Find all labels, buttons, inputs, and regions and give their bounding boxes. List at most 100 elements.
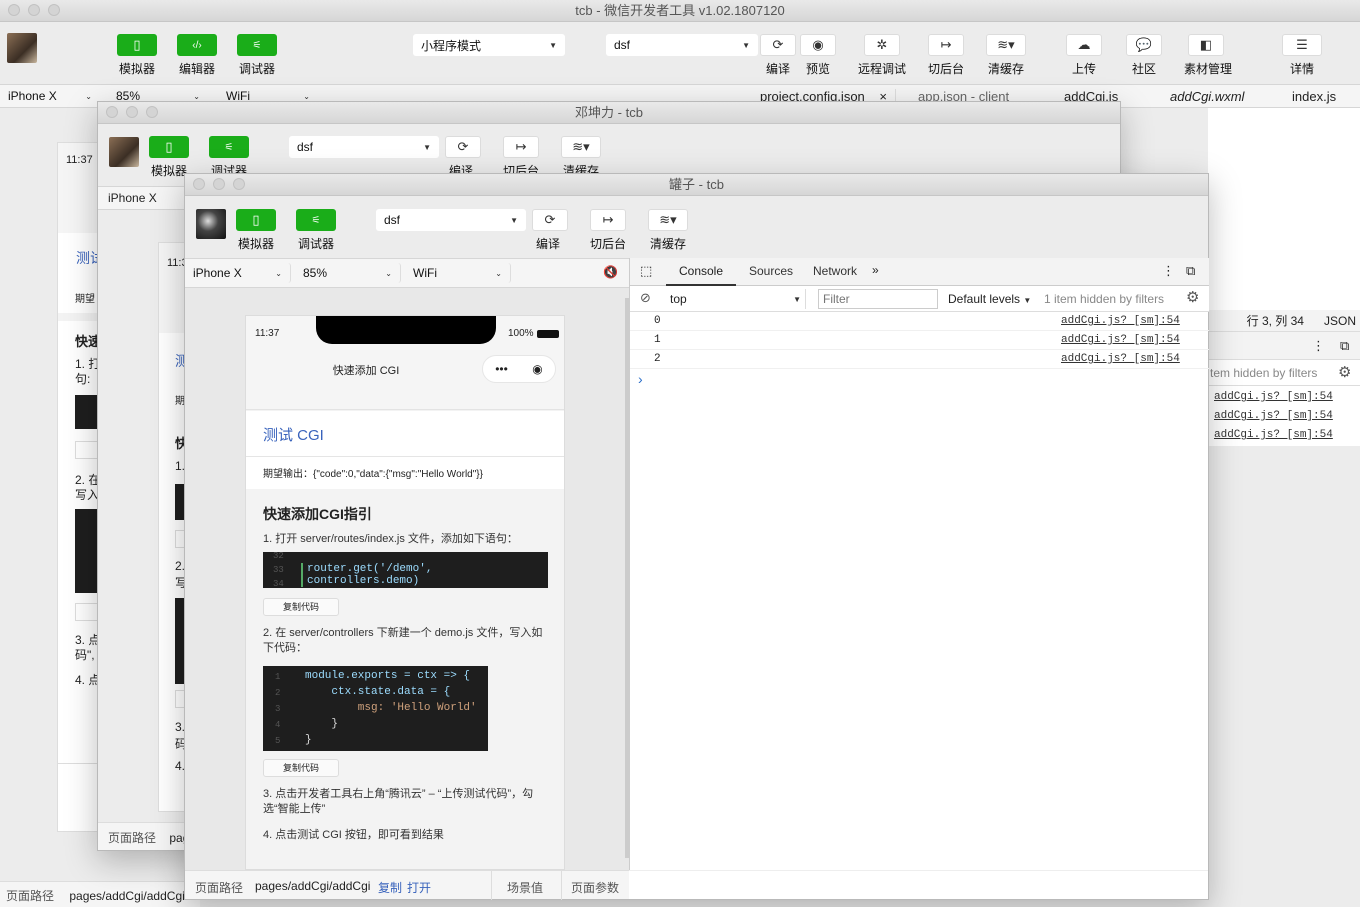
copy-path-link[interactable]: 复制 [378,879,402,896]
log-source-link[interactable]: addCgi.js? [sm]:54 [1061,315,1180,327]
line-number: 32 [273,551,284,561]
debugger-button[interactable]: ⚟ [237,34,277,56]
remote-debug-button[interactable]: ✲ [864,34,900,56]
test-cgi-button[interactable]: 测试 CGI [263,424,324,445]
clear-console-icon[interactable]: ⊘ [640,290,651,306]
gear-icon[interactable]: ⚙ [1186,288,1199,306]
avatar[interactable] [196,209,226,239]
avatar[interactable] [7,33,37,63]
simulator-area: 11:37 100% 快速添加 CGI ••• ◉ 测试 CGI 期望输出：{"… [185,288,629,870]
details-button[interactable]: ☰ [1282,34,1322,56]
scene-value-button[interactable]: 场景值 [507,879,543,896]
mode-select[interactable]: 小程序模式 ▼ [413,34,565,56]
undock-icon[interactable]: ⧉ [1186,263,1195,279]
simulator-button[interactable]: ▯ [117,34,157,56]
background-button[interactable]: ↦ [590,209,626,231]
cursor-position: 行 3, 列 34 [1246,314,1304,328]
copy-code-button[interactable]: 复制代码 [263,598,339,616]
page-params-button[interactable]: 页面参数 [571,879,619,896]
preview-button[interactable]: ◉ [800,34,836,56]
log-source-link[interactable]: addCgi.js? [sm]:54 [1214,429,1333,441]
caret-down-icon: ⌄ [193,91,200,101]
background-label: 切后台 [589,237,626,251]
background-button[interactable]: ↦ [503,136,539,158]
capsule-menu[interactable]: ••• ◉ [482,355,556,383]
front-titlebar: 罐子 - tcb [185,174,1208,196]
inspect-icon[interactable]: ⬚ [640,263,652,279]
phone-screen: 11:37 100% 快速添加 CGI ••• ◉ 测试 CGI 期望输出：{"… [245,315,565,870]
more-icon[interactable]: ⋮ [1312,338,1325,354]
more-icon[interactable]: ⋮ [1162,263,1175,279]
more-tabs-icon[interactable]: » [872,263,879,277]
avatar[interactable] [109,137,139,167]
background-button[interactable]: ↦ [928,34,964,56]
project-select[interactable]: dsf ▼ [606,34,758,56]
middle-traffic-lights[interactable] [106,106,158,118]
clear-cache-button[interactable]: ≋▾ [648,209,688,231]
assets-button[interactable]: ◧ [1188,34,1224,56]
sliders-icon: ⚟ [252,39,262,51]
community-button[interactable]: 💬 [1126,34,1162,56]
project-select[interactable]: dsf ▼ [376,209,526,231]
guide-section: 快速添加CGI指引 1. 打开 server/routes/index.js 文… [246,498,564,869]
zoom-select[interactable]: 85% ⌄ [295,263,401,283]
log-levels-select[interactable]: Default levels ▼ [948,292,1031,306]
close-circle-icon[interactable]: ◉ [532,362,542,376]
step4-text: 4. 点击测试 CGI 按钮，即可看到结果 [263,829,444,841]
undock-icon[interactable]: ⧉ [1340,338,1349,354]
clear-cache-button[interactable]: ≋▾ [561,136,601,158]
copy-code-button[interactable]: 复制代码 [263,759,339,777]
console-prompt[interactable]: › [638,371,643,387]
project-select[interactable]: dsf ▼ [289,136,439,158]
console-log-row: 0 addCgi.js? [sm]:54 [630,312,1209,331]
community-label: 社区 [1131,62,1156,76]
log-source-link[interactable]: addCgi.js? [sm]:54 [1061,334,1180,346]
tab-sources[interactable]: Sources [740,258,802,286]
page-path-label: 页面路径 [195,881,244,895]
main-traffic-lights[interactable] [8,4,60,16]
tab-index-js[interactable]: index.js [1272,89,1360,104]
clear-cache-button[interactable]: ≋▾ [986,34,1026,56]
step3-text: 3. 点击开发者工具右上角“腾讯云” – “上传测试代码”，勾选“智能上传” [263,788,534,815]
simulator-button[interactable]: ▯ [236,209,276,231]
open-path-link[interactable]: 打开 [407,879,431,896]
line-number: 4 [275,720,281,730]
code-line: msg: 'Hello World' [305,702,477,714]
tab-console[interactable]: Console [666,258,736,286]
log-source-link[interactable]: addCgi.js? [sm]:54 [1214,410,1333,422]
log-source-link[interactable]: addCgi.js? [sm]:54 [1214,391,1333,403]
tab-label: addCgi.wxml [1170,88,1245,104]
more-dots-icon[interactable]: ••• [495,362,508,376]
debugger-button[interactable]: ⚟ [296,209,336,231]
caret-down-icon: ▼ [423,142,431,152]
page-path-value: pages/addCgi/addCgi [255,879,371,893]
simulator-button[interactable]: ▯ [149,136,189,158]
editor-statusbar: 行 3, 列 34 JSON [1208,310,1360,332]
tab-addcgi-wxml[interactable]: addCgi.wxml [1152,89,1272,104]
upload-label: 上传 [1071,62,1096,76]
hidden-items-note: tem hidden by filters [1210,366,1318,380]
context-select[interactable]: top ▼ [666,289,806,309]
upload-button[interactable]: ☁ [1066,34,1102,56]
compile-button[interactable]: ⟳ [760,34,796,56]
caret-down-icon: ▼ [510,215,518,225]
compile-button[interactable]: ⟳ [445,136,481,158]
mute-icon[interactable]: 🔇 [603,265,618,279]
main-device-select[interactable]: iPhone X ⌄ [0,86,100,106]
debugger-button[interactable]: ⚟ [209,136,249,158]
language-mode[interactable]: JSON [1324,314,1356,328]
compile-button[interactable]: ⟳ [532,209,568,231]
tab-network[interactable]: Network [804,258,866,286]
phone-icon: ▯ [252,212,260,227]
bookmark-icon: ◧ [1199,37,1213,52]
front-traffic-lights[interactable] [193,178,245,190]
editor-button[interactable]: ‹/› [177,34,217,56]
console-filter-input[interactable] [818,289,938,309]
device-select[interactable]: iPhone X ⌄ [185,263,291,283]
log-source-link[interactable]: addCgi.js? [sm]:54 [1061,353,1180,365]
gear-icon[interactable]: ⚙ [1338,363,1351,381]
editor-area[interactable] [1208,108,1360,310]
debugger-label: 调试器 [238,62,275,76]
network-select[interactable]: WiFi ⌄ [405,263,511,283]
middle-device-select[interactable]: iPhone X [108,191,157,205]
